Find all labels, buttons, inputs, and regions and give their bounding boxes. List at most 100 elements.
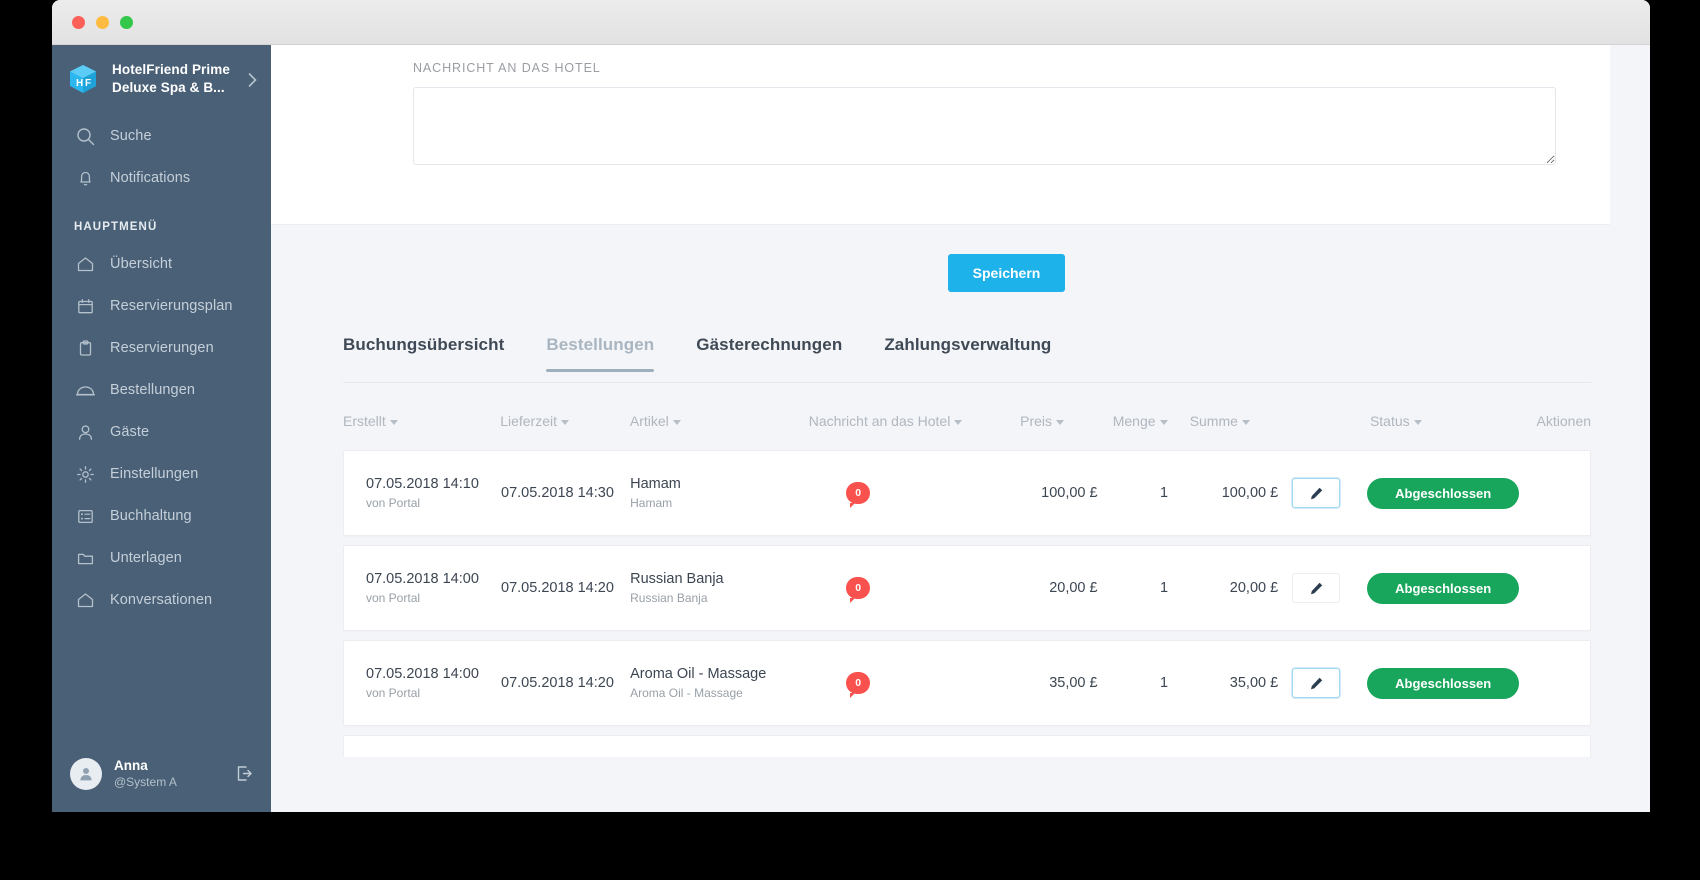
minimize-window-button[interactable] <box>96 16 109 29</box>
column-header-label: Aktionen <box>1536 413 1592 429</box>
cell-nachricht: 0 <box>808 672 1009 698</box>
sidebar-section-title: HAUPTMENÜ <box>74 221 158 233</box>
cell-menge: 1 <box>1159 580 1169 596</box>
room-service-icon <box>74 379 96 401</box>
cell-lieferzeit: 07.05.2018 14:20 <box>501 578 630 598</box>
user-handle: @System A <box>114 775 177 789</box>
tab-bestellungen[interactable]: Bestellungen <box>546 335 655 372</box>
erstellt-source: von Portal <box>366 496 421 510</box>
brand-block[interactable]: H F HotelFriend Prime Deluxe Spa & B... <box>52 45 271 115</box>
column-header-nachricht-an-das-hotel[interactable]: Nachricht an das Hotel <box>809 413 1010 429</box>
folder-icon <box>74 547 96 569</box>
status-badge[interactable]: Abgeschlossen <box>1367 477 1520 509</box>
column-header-label: Status <box>1369 413 1410 429</box>
cell-summe: 20,00 £ <box>1168 573 1341 603</box>
sidebar-item-reservierungsplan[interactable]: Reservierungsplan <box>52 285 271 327</box>
chevron-right-icon[interactable] <box>248 73 257 91</box>
message-panel: NACHRICHT AN DAS HOTEL <box>271 45 1610 225</box>
summe-value: 100,00 £ <box>1221 485 1279 501</box>
lieferzeit-value: 07.05.2018 14:20 <box>501 675 614 691</box>
column-header-erstellt[interactable]: Erstellt <box>343 413 500 429</box>
table-row[interactable]: 07.05.2018 14:10 von Portal 07.05.2018 1… <box>343 450 1591 536</box>
chevron-down-icon <box>1056 419 1065 425</box>
message-count-badge[interactable]: 0 <box>846 672 871 698</box>
sidebar-item-label: Reservierungsplan <box>110 298 233 314</box>
cell-status: Abgeschlossen <box>1340 477 1520 509</box>
cell-erstellt: 07.05.2018 14:10 von Portal <box>344 474 501 512</box>
pencil-icon <box>1310 487 1322 499</box>
sidebar-item-gaeste[interactable]: Gäste <box>52 411 271 453</box>
sidebar-item-uebersicht[interactable]: Übersicht <box>52 243 271 285</box>
artikel-description: Russian Banja <box>630 591 708 605</box>
tab-zahlungsverwaltung[interactable]: Zahlungsverwaltung <box>884 335 1051 371</box>
cell-preis: 100,00 £ <box>1041 485 1098 501</box>
cell-nachricht: 0 <box>808 482 1009 508</box>
chevron-down-icon <box>1241 419 1250 425</box>
chevron-down-icon <box>1159 419 1168 425</box>
cell-preis: 35,00 £ <box>1049 675 1098 691</box>
table-header-row: Erstellt Lieferzeit Artikel Nachricht an… <box>343 400 1591 442</box>
status-badge[interactable]: Abgeschlossen <box>1367 667 1520 699</box>
maximize-window-button[interactable] <box>120 16 133 29</box>
column-header-label: Preis <box>1020 413 1053 429</box>
sidebar-item-label: Übersicht <box>110 256 173 272</box>
sidebar-item-suche[interactable]: Suche <box>52 115 271 157</box>
erstellt-value: 07.05.2018 14:00 <box>366 571 479 587</box>
table-row[interactable]: 07.05.2018 14:00 von Portal 07.05.2018 1… <box>343 640 1591 726</box>
device-frame: H F HotelFriend Prime Deluxe Spa & B... <box>0 0 1700 880</box>
edit-row-button[interactable] <box>1292 478 1341 508</box>
sidebar-item-label: Einstellungen <box>110 466 199 482</box>
sidebar-item-buchhaltung[interactable]: Buchhaltung <box>52 495 271 537</box>
chevron-down-icon <box>389 419 398 425</box>
artikel-description: Aroma Oil - Massage <box>630 686 743 700</box>
chevron-down-icon <box>954 419 963 425</box>
column-header-artikel[interactable]: Artikel <box>630 413 809 429</box>
summe-value: 35,00 £ <box>1229 675 1279 691</box>
pencil-icon <box>1310 582 1322 594</box>
logout-icon[interactable] <box>234 763 255 789</box>
message-field-label: NACHRICHT AN DAS HOTEL <box>413 61 601 75</box>
cell-erstellt: 07.05.2018 14:00 von Portal <box>344 664 501 702</box>
save-button[interactable]: Speichern <box>948 254 1065 292</box>
cell-nachricht: 0 <box>808 577 1009 603</box>
column-header-summe[interactable]: Summe <box>1170 413 1343 429</box>
sidebar-item-label: Bestellungen <box>110 382 196 398</box>
column-header-lieferzeit[interactable]: Lieferzeit <box>500 413 630 429</box>
column-header-label: Nachricht an das Hotel <box>808 413 951 429</box>
sidebar-item-konversationen[interactable]: Konversationen <box>52 579 271 621</box>
message-to-hotel-input[interactable] <box>413 87 1556 165</box>
close-window-button[interactable] <box>72 16 85 29</box>
edit-row-button[interactable] <box>1292 573 1341 603</box>
lieferzeit-value: 07.05.2018 14:20 <box>501 580 614 596</box>
status-badge[interactable]: Abgeschlossen <box>1367 572 1520 604</box>
window-titlebar <box>52 0 1650 45</box>
artikel-name: Aroma Oil - Massage <box>630 666 767 682</box>
column-header-preis[interactable]: Preis <box>1010 413 1099 429</box>
edit-row-button[interactable] <box>1292 668 1341 698</box>
tab-bar: Buchungsübersicht Bestellungen Gästerech… <box>343 335 1591 383</box>
table-row-partial[interactable] <box>343 735 1591 757</box>
sidebar-item-bestellungen[interactable]: Bestellungen <box>52 369 271 411</box>
brand-name: HotelFriend Prime Deluxe Spa & B... <box>112 61 230 97</box>
browser-window: H F HotelFriend Prime Deluxe Spa & B... <box>52 0 1650 812</box>
message-count-badge[interactable]: 0 <box>846 482 871 508</box>
svg-text:H: H <box>76 78 83 89</box>
cell-menge: 1 <box>1159 485 1169 501</box>
sidebar-item-unterlagen[interactable]: Unterlagen <box>52 537 271 579</box>
main-content: NACHRICHT AN DAS HOTEL Speichern Buchung… <box>271 45 1650 812</box>
table-row[interactable]: 07.05.2018 14:00 von Portal 07.05.2018 1… <box>343 545 1591 631</box>
sidebar-item-reservierungen[interactable]: Reservierungen <box>52 327 271 369</box>
cell-menge: 1 <box>1159 675 1169 691</box>
chevron-down-icon <box>672 419 681 425</box>
sidebar-item-label: Reservierungen <box>110 340 214 356</box>
column-header-status[interactable]: Status <box>1343 413 1493 429</box>
column-header-menge[interactable]: Menge <box>1099 413 1170 429</box>
message-count-badge[interactable]: 0 <box>846 577 871 603</box>
sidebar-user-block[interactable]: Anna @System A <box>52 757 271 790</box>
tab-buchungsuebersicht[interactable]: Buchungsübersicht <box>343 335 504 371</box>
sidebar-item-notifications[interactable]: Notifications <box>52 157 271 199</box>
artikel-name: Russian Banja <box>630 571 724 587</box>
sidebar-item-einstellungen[interactable]: Einstellungen <box>52 453 271 495</box>
sidebar-item-label: Suche <box>110 128 152 144</box>
tab-gaesterechnungen[interactable]: Gästerechnungen <box>696 335 842 371</box>
